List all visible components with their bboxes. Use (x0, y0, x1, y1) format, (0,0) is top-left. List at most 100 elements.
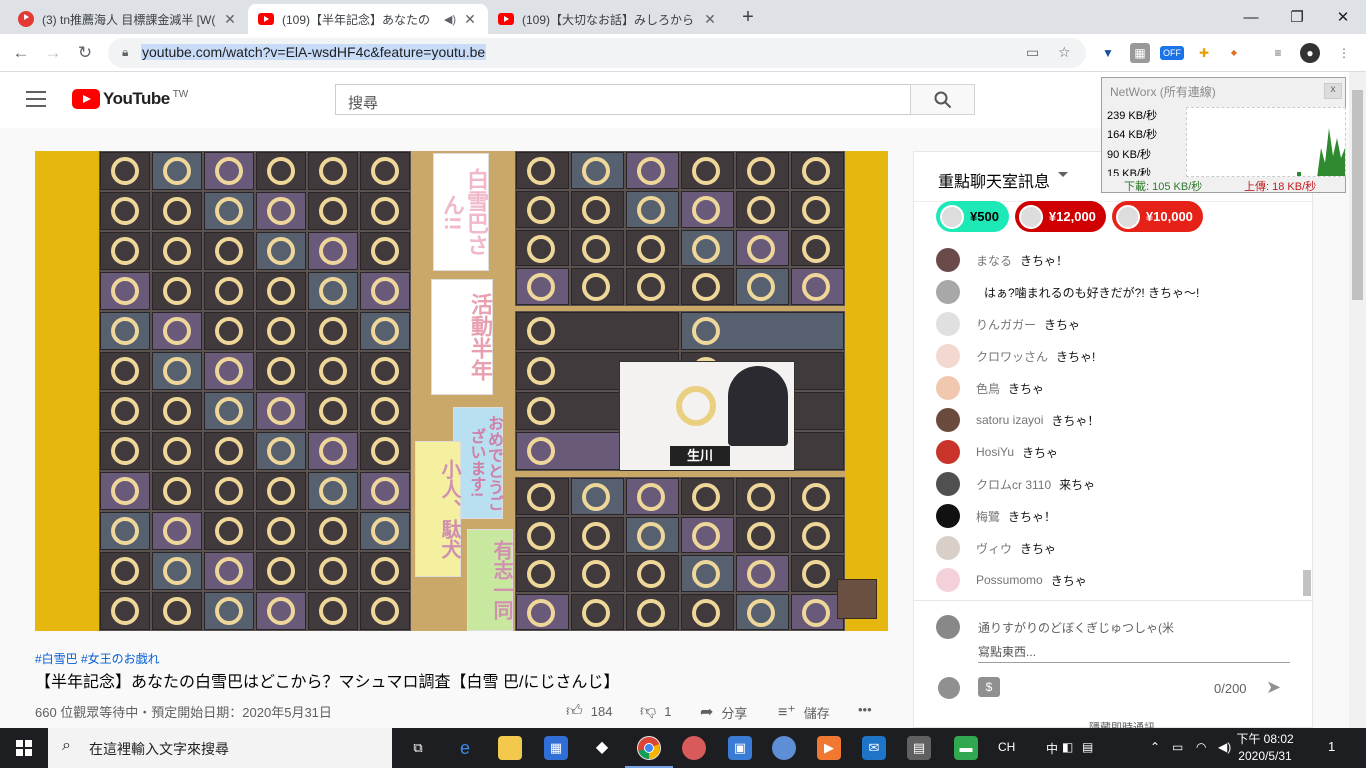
volume-icon[interactable]: ◀) (1218, 740, 1231, 754)
file-explorer-icon[interactable] (498, 736, 522, 760)
chat-message[interactable]: はぁ?噛まれるのも好きだが?! きちゃ〜! (936, 280, 1199, 304)
calculator-icon[interactable]: ▤ (907, 736, 931, 760)
chat-message[interactable]: クロムcr 3110 来ちゃ (936, 472, 1095, 496)
photo-app-icon[interactable]: ▣ (728, 736, 752, 760)
tray-overflow-icon[interactable]: ⌃ (1150, 740, 1160, 754)
start-button[interactable] (0, 728, 48, 768)
save-button[interactable]: ≡⁺ 儲存 (778, 702, 830, 722)
chrome-icon[interactable] (625, 736, 673, 768)
ime-indicator[interactable]: CH (998, 740, 1015, 754)
notification-center-icon[interactable]: 1 (1328, 739, 1335, 754)
chat-author-avatar[interactable] (936, 344, 960, 368)
send-icon[interactable]: ➤ (1266, 677, 1281, 698)
close-window-button[interactable]: ✕ (1320, 0, 1366, 34)
speaker-icon[interactable]: ◀) (444, 13, 456, 26)
chat-author-name[interactable]: satoru izayoi (976, 413, 1043, 427)
networx-close-icon[interactable]: x (1324, 83, 1342, 99)
bookmark-star-icon[interactable]: ☆ (1058, 44, 1071, 61)
chat-author-name[interactable]: 梅鷺 (976, 508, 1000, 525)
search-button[interactable] (910, 84, 975, 115)
chat-author-avatar[interactable] (936, 536, 960, 560)
back-icon[interactable]: ← (10, 42, 32, 64)
video-hashtags[interactable]: #白雪巴 #女王のお戯れ (35, 650, 160, 667)
superchat-ticker[interactable]: ¥10,000 (1111, 201, 1203, 232)
dislike-button[interactable]: 👎︎ 1 (640, 702, 671, 721)
chat-author-name[interactable]: クロムcr 3110 (976, 476, 1051, 493)
chat-message-list[interactable]: まなる きちゃ！ はぁ?噛まれるのも好きだが?! きちゃ〜! りんガガー きちゃ クロワッ… (914, 242, 1300, 597)
line-app-icon[interactable]: ▬ (954, 736, 978, 760)
chat-author-name[interactable]: ヴィウ (976, 540, 1012, 557)
emoji-icon[interactable] (938, 677, 960, 699)
chat-message[interactable]: HosiYu きちゃ (936, 440, 1058, 464)
ime-fullwidth-icon[interactable]: ◧ (1062, 740, 1073, 754)
chat-author-avatar[interactable] (936, 280, 960, 304)
page-scrollbar-thumb[interactable] (1352, 90, 1363, 300)
paint-palette-icon[interactable] (772, 736, 796, 760)
media-control-icon[interactable]: ≡ (1268, 43, 1288, 63)
chat-message[interactable]: まなる きちゃ！ (936, 248, 1068, 272)
chat-author-name[interactable]: クロワッさん (976, 348, 1048, 365)
more-actions-button[interactable]: ••• (858, 702, 872, 717)
extension-grid-icon[interactable]: ▦ (1130, 43, 1150, 63)
wifi-icon[interactable]: ◠ (1196, 740, 1206, 754)
new-tab-button[interactable]: + (736, 6, 760, 29)
chat-author-avatar[interactable] (936, 376, 960, 400)
extension-smart-icon[interactable]: ◆ (1224, 43, 1244, 63)
chat-author-name[interactable]: まなる (976, 252, 1012, 269)
paint-app-icon[interactable] (682, 736, 706, 760)
mail-icon[interactable]: ✉ (862, 736, 886, 760)
chat-author-name[interactable]: りんガガー (976, 316, 1036, 333)
task-view-icon[interactable]: ⧉ (406, 736, 430, 760)
store-icon[interactable]: ▦ (544, 736, 568, 760)
extension-v-icon[interactable]: ▼ (1098, 43, 1118, 63)
chat-author-name[interactable]: HosiYu (976, 445, 1014, 459)
forward-icon[interactable]: → (42, 42, 64, 64)
chat-author-name[interactable]: 色鳥 (976, 380, 1000, 397)
chat-author-avatar[interactable] (936, 504, 960, 528)
taskbar-search-box[interactable]: ⌕ 在這裡輸入文字來搜尋 (48, 728, 392, 768)
address-bar[interactable]: 🔒︎ youtube.com/watch?v=ElA-wsdHF4c&featu… (108, 38, 1086, 68)
edge-icon[interactable]: e (453, 736, 477, 760)
like-button[interactable]: 👍︎ 184 (566, 702, 612, 721)
battery-icon[interactable]: ▭ (1172, 740, 1183, 754)
chat-author-avatar[interactable] (936, 472, 960, 496)
chat-author-avatar[interactable] (936, 440, 960, 464)
channel-watermark[interactable] (837, 579, 877, 619)
system-clock[interactable]: 下午 08:02 2020/5/31 (1235, 731, 1295, 765)
tab-3[interactable]: (109)【大切なお話】みしろから ✕ (488, 4, 728, 34)
chat-author-avatar[interactable] (936, 408, 960, 432)
lock-icon[interactable]: 🔒︎ (122, 45, 128, 60)
chat-message[interactable]: ヴィウ きちゃ (936, 536, 1056, 560)
chat-author-name[interactable]: Possumomo (976, 573, 1043, 587)
share-button[interactable]: ➦ 分享 (700, 702, 747, 722)
chat-input[interactable]: 寫點東西... (978, 643, 1290, 663)
profile-avatar[interactable]: ● (1300, 43, 1320, 63)
networx-widget[interactable]: NetWorx (所有連線) x 239 KB/秒 164 KB/秒 90 KB… (1101, 77, 1346, 193)
chat-mode-label[interactable]: 重點聊天室訊息 (938, 168, 1050, 192)
extension-plus-icon[interactable]: ✚ (1194, 43, 1214, 63)
superchat-money-icon[interactable]: $ (978, 677, 1000, 697)
close-tab-icon[interactable]: ✕ (222, 11, 238, 28)
chevron-down-icon[interactable] (1058, 172, 1068, 177)
chat-message[interactable]: 色鳥 きちゃ (936, 376, 1044, 400)
ime-settings-icon[interactable]: ▤ (1082, 740, 1093, 754)
chat-scrollbar-thumb[interactable] (1303, 570, 1311, 596)
chat-author-avatar[interactable] (936, 248, 960, 272)
maximize-button[interactable]: ❐ (1274, 0, 1320, 34)
reload-icon[interactable]: ↻ (74, 42, 96, 64)
ime-mode[interactable]: 中 (1046, 740, 1058, 757)
tab-2-active[interactable]: (109)【半年記念】あなたの ◀) ✕ (248, 4, 488, 34)
chat-message[interactable]: クロワッさん きちゃ! (936, 344, 1095, 368)
minimize-button[interactable]: — (1228, 0, 1274, 34)
chat-message[interactable]: Possumomo きちゃ (936, 568, 1087, 592)
media-player-icon[interactable]: ▶ (817, 736, 841, 760)
url-text[interactable]: youtube.com/watch?v=ElA-wsdHF4c&feature=… (141, 44, 487, 60)
tab-1[interactable]: (3) tn推薦海人 目標課金減半 [W( ✕ (8, 4, 248, 34)
chat-author-avatar[interactable] (936, 568, 960, 592)
chat-author-avatar[interactable] (936, 312, 960, 336)
superchat-ticker[interactable]: ¥500 (936, 201, 1009, 232)
fox-app-icon[interactable]: ◆ (590, 736, 614, 760)
chat-message[interactable]: 梅鷺 きちゃ！ (936, 504, 1056, 528)
chat-message[interactable]: satoru izayoi きちゃ！ (936, 408, 1099, 432)
video-player[interactable]: 白雪巴さん!! 活動半年 おめでとうございます! 小人、駄犬 有志一同 生川 (35, 151, 888, 631)
